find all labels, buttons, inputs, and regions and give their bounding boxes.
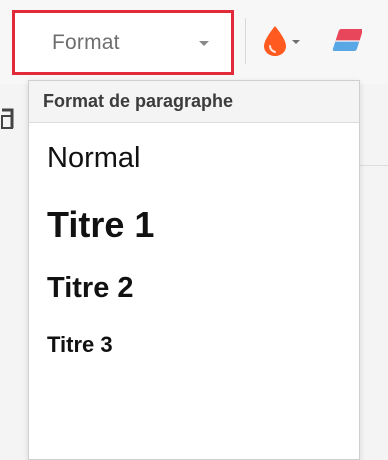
toolbar-icon-fragment <box>1 108 14 129</box>
format-option-label: Normal <box>47 141 141 174</box>
drop-icon <box>264 26 286 56</box>
format-dropdown-button[interactable]: Format <box>15 13 231 72</box>
format-option-label: Titre 1 <box>47 204 155 245</box>
format-option-label: Titre 3 <box>47 332 113 357</box>
eraser-icon <box>332 29 362 51</box>
chevron-down-icon <box>292 40 300 44</box>
format-dropdown-highlight: Format <box>12 10 234 75</box>
format-option-normal[interactable]: Normal <box>29 131 359 185</box>
toolbar-divider-line <box>360 165 388 166</box>
format-menu-header-label: Format de paragraphe <box>43 91 234 111</box>
toolbar-separator <box>245 18 246 64</box>
format-option-titre-3[interactable]: Titre 3 <box>29 321 359 369</box>
editor-toolbar: Format <box>0 0 388 84</box>
format-option-titre-1[interactable]: Titre 1 <box>29 193 359 257</box>
format-dropdown-label: Format <box>52 30 120 54</box>
format-option-label: Titre 2 <box>47 271 134 304</box>
format-menu-header: Format de paragraphe <box>29 81 359 123</box>
text-color-button[interactable] <box>254 18 310 64</box>
format-menu: Format de paragraphe Normal Titre 1 Titr… <box>28 80 360 460</box>
caret-down-icon <box>199 40 209 46</box>
clear-format-button[interactable] <box>322 18 370 64</box>
format-option-titre-2[interactable]: Titre 2 <box>29 261 359 315</box>
